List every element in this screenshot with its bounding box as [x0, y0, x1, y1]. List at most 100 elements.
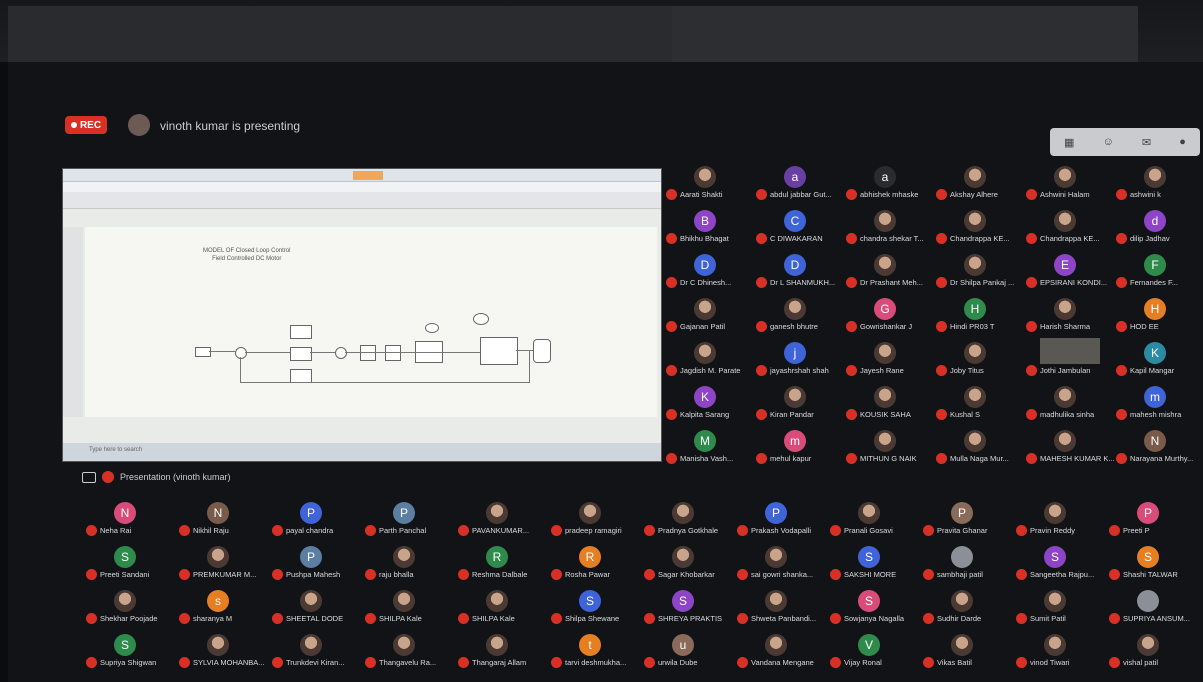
participant-tile[interactable]: MITHUN G NAIK: [846, 430, 936, 466]
participant-tile[interactable]: u urwila Dube: [644, 634, 734, 670]
participant-tile[interactable]: Jayesh Rane: [846, 342, 936, 378]
grid-icon[interactable]: ▦: [1064, 136, 1074, 149]
participant-tile[interactable]: Shekhar Poojade: [86, 590, 176, 626]
participant-tile[interactable]: E EPSIRANI KONDI...: [1026, 254, 1116, 290]
participant-tile[interactable]: P Prakash Vodapalli: [737, 502, 827, 538]
participant-tile[interactable]: N Narayana Murthy...: [1116, 430, 1203, 466]
participant-tile[interactable]: SHEETAL DODE: [272, 590, 362, 626]
participant-tile[interactable]: Akshay Alhere: [936, 166, 1026, 202]
participant-tile[interactable]: Thangaraj Allam: [458, 634, 548, 670]
participant-tile[interactable]: vinod Tiwari: [1016, 634, 1106, 670]
participant-tile[interactable]: Jagdish M. Parate: [666, 342, 756, 378]
mic-off-icon: [846, 189, 857, 200]
participant-tile[interactable]: Vandana Mengane: [737, 634, 827, 670]
participant-tile[interactable]: M Manisha Vash...: [666, 430, 756, 466]
participant-tile[interactable]: Ppayal chandra: [272, 502, 362, 538]
participant-tile[interactable]: Dr Prashant Meh...: [846, 254, 936, 290]
participant-tile[interactable]: S Shashi TALWAR: [1109, 546, 1199, 582]
participant-tile[interactable]: Aarati Shakti: [666, 166, 756, 202]
participant-tile[interactable]: Shweta Panbandi...: [737, 590, 827, 626]
participant-tile[interactable]: S Shilpa Shewane: [551, 590, 641, 626]
people-icon[interactable]: ☺: [1103, 136, 1114, 148]
participant-tile[interactable]: Sagar Khobarkar: [644, 546, 734, 582]
participant-tile[interactable]: a abhishek mhaske: [846, 166, 936, 202]
avatar-icon[interactable]: ●: [1179, 136, 1186, 148]
participant-tile[interactable]: SUPRIYA ANSUM...: [1109, 590, 1199, 626]
participant-tile[interactable]: D Dr C Dhinesh...: [666, 254, 756, 290]
participant-tile[interactable]: Dr Shilpa Pankaj ...: [936, 254, 1026, 290]
participant-tile[interactable]: H HOD EE: [1116, 298, 1203, 334]
participant-tile[interactable]: ashwini k: [1116, 166, 1203, 202]
participant-tile[interactable]: SHILPA Kale: [365, 590, 455, 626]
participant-tile[interactable]: D Dr L SHANMUKH...: [756, 254, 846, 290]
participant-tile[interactable]: P Parth Panchal: [365, 502, 455, 538]
participant-tile[interactable]: m mehul kapur: [756, 430, 846, 466]
participant-tile[interactable]: V Vijay Ronal: [830, 634, 920, 670]
participant-tile[interactable]: Sudhir Darde: [923, 590, 1013, 626]
participant-tile[interactable]: Kushal S: [936, 386, 1026, 422]
participant-tile[interactable]: Chandrappa KE...: [1026, 210, 1116, 246]
participant-tile[interactable]: m mahesh mishra: [1116, 386, 1203, 422]
mic-off-icon: [737, 657, 748, 668]
participant-tile[interactable]: SYLVIA MOHANBA...: [179, 634, 269, 670]
participant-tile[interactable]: ganesh bhutre: [756, 298, 846, 334]
participant-tile[interactable]: S SHREYA PRAKTIS: [644, 590, 734, 626]
participant-tile[interactable]: sambhaji patil: [923, 546, 1013, 582]
participant-tile[interactable]: SHILPA Kale: [458, 590, 548, 626]
participant-tile[interactable]: S SAKSHI MORE: [830, 546, 920, 582]
participant-tile[interactable]: P Pushpa Mahesh: [272, 546, 362, 582]
participant-tile[interactable]: K Kalpita Sarang: [666, 386, 756, 422]
participant-tile[interactable]: s sharanya M: [179, 590, 269, 626]
participant-tile[interactable]: PREMKUMAR M...: [179, 546, 269, 582]
participant-tile[interactable]: Jothi Jambulan: [1026, 338, 1116, 378]
participant-tile[interactable]: chandra shekar T...: [846, 210, 936, 246]
participant-tile[interactable]: Joby Titus: [936, 342, 1026, 378]
participant-tile[interactable]: Pranali Gosavi: [830, 502, 920, 538]
participant-tile[interactable]: S Preeti Sandani: [86, 546, 176, 582]
participant-tile[interactable]: S Supriya Shigwan: [86, 634, 176, 670]
participant-tile[interactable]: Kiran Pandar: [756, 386, 846, 422]
participant-avatar: [784, 298, 806, 320]
participant-tile[interactable]: PAVANKUMAR...: [458, 502, 548, 538]
participant-tile[interactable]: a abdul jabbar Gut...: [756, 166, 846, 202]
participant-tile[interactable]: KOUSIK SAHA: [846, 386, 936, 422]
participant-tile[interactable]: Mulla Naga Mur...: [936, 430, 1026, 466]
participant-tile[interactable]: vishal patil: [1109, 634, 1199, 670]
participant-tile[interactable]: Thangavelu Ra...: [365, 634, 455, 670]
participant-tile[interactable]: C C DIWAKARAN: [756, 210, 846, 246]
participant-tile[interactable]: B Bhikhu Bhagat: [666, 210, 756, 246]
participant-tile[interactable]: Pradnya Gotkhale: [644, 502, 734, 538]
participant-tile[interactable]: P Pravita Ghanar: [923, 502, 1013, 538]
participant-tile[interactable]: Pravin Reddy: [1016, 502, 1106, 538]
participant-tile[interactable]: P Preeti P: [1109, 502, 1199, 538]
participant-tile[interactable]: R Reshma Dalbale: [458, 546, 548, 582]
participant-tile[interactable]: pradeep ramagiri: [551, 502, 641, 538]
participant-tile[interactable]: Chandrappa KE...: [936, 210, 1026, 246]
participant-tile[interactable]: H Hindi PR03 T: [936, 298, 1026, 334]
participant-tile[interactable]: N Nikhil Raju: [179, 502, 269, 538]
participant-tile[interactable]: d dilip Jadhav: [1116, 210, 1203, 246]
participant-tile[interactable]: MAHESH KUMAR K...: [1026, 430, 1116, 466]
participant-tile[interactable]: t tarvi deshmukha...: [551, 634, 641, 670]
participant-tile[interactable]: S Sowjanya Nagalla: [830, 590, 920, 626]
participant-tile[interactable]: Trunkdevi Kiran...: [272, 634, 362, 670]
taskbar-search[interactable]: Type here to search: [89, 447, 142, 453]
participant-tile[interactable]: raju bhalla: [365, 546, 455, 582]
participant-tile[interactable]: sai gowri shanka...: [737, 546, 827, 582]
participant-avatar: [1137, 634, 1159, 656]
participant-tile[interactable]: K Kapil Mangar: [1116, 342, 1203, 378]
mic-off-icon: [1116, 453, 1127, 464]
participant-tile[interactable]: Ashwini Halam: [1026, 166, 1116, 202]
participant-tile[interactable]: Gajanan Patil: [666, 298, 756, 334]
participant-tile[interactable]: Sumit Patil: [1016, 590, 1106, 626]
participant-tile[interactable]: N Neha Rai: [86, 502, 176, 538]
participant-tile[interactable]: S Sangeetha Rajpu...: [1016, 546, 1106, 582]
participant-tile[interactable]: Vikas Batil: [923, 634, 1013, 670]
participant-tile[interactable]: Harish Sharma: [1026, 298, 1116, 334]
participant-tile[interactable]: madhulika sinha: [1026, 386, 1116, 422]
chat-icon[interactable]: ✉: [1142, 136, 1151, 149]
participant-tile[interactable]: F Fernandes F...: [1116, 254, 1203, 290]
participant-tile[interactable]: R Rosha Pawar: [551, 546, 641, 582]
participant-tile[interactable]: G Gowrishankar J: [846, 298, 936, 334]
participant-tile[interactable]: j jayashrshah shah: [756, 342, 846, 378]
